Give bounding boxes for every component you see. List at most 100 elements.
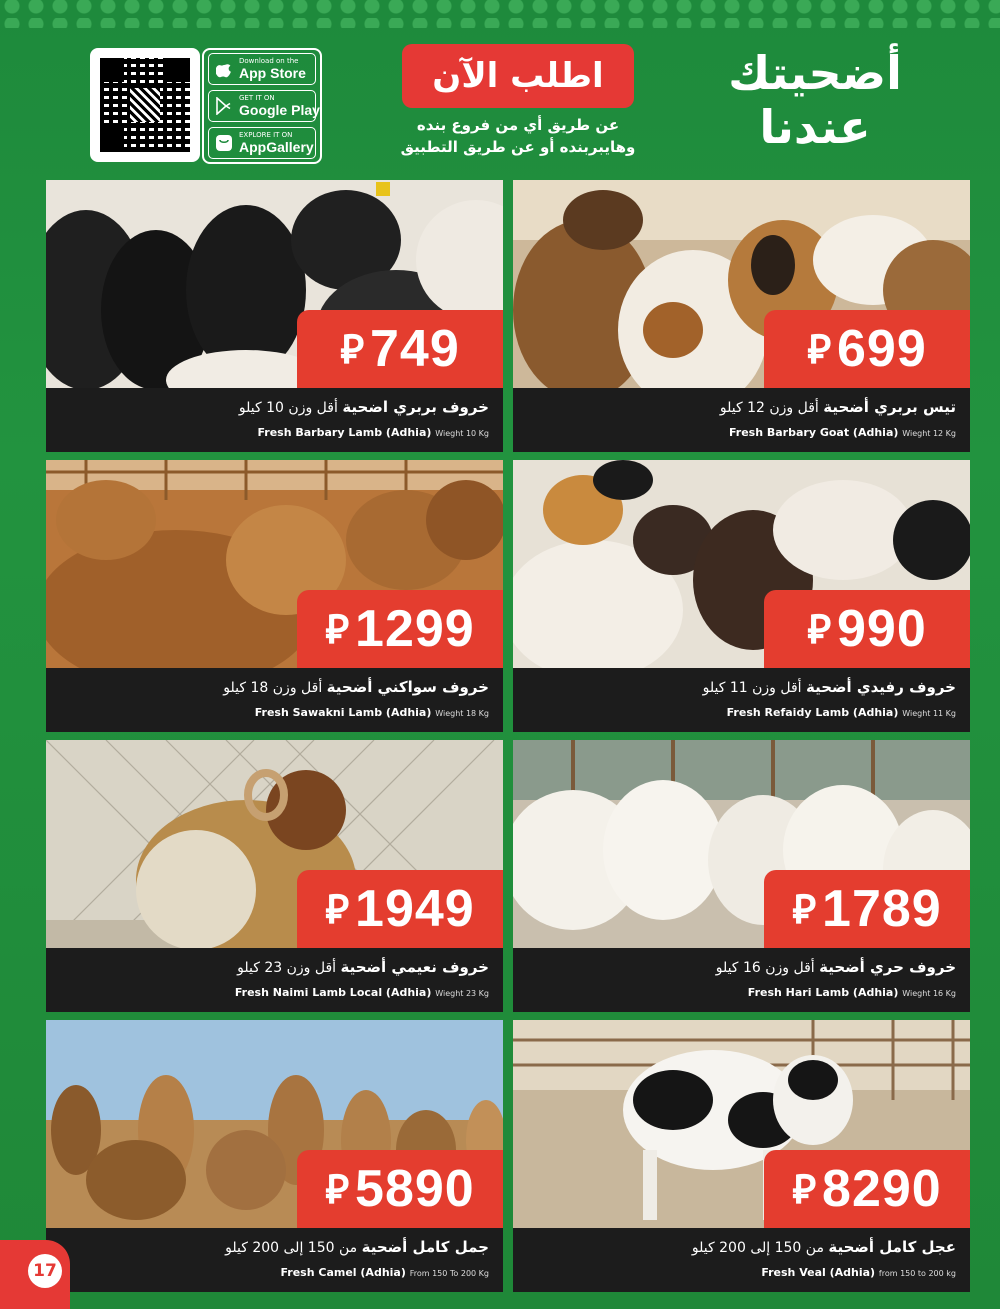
price-value: 990 (837, 600, 927, 658)
riyal-icon: ⃁ (325, 888, 350, 932)
apple-icon (215, 60, 233, 78)
order-now-button[interactable]: اطلب الآن (402, 44, 634, 108)
price-value: 5890 (355, 1160, 475, 1218)
product-info: خروف رفيدي أضحية أقل وزن 11 كيلو Fresh R… (513, 668, 970, 732)
product-name-ar: تيس بربري أضحية أقل وزن 12 كيلو (720, 398, 956, 416)
product-weight-en: Wieght 16 Kg (902, 989, 956, 998)
product-name-ar: خروف حري أضحية أقل وزن 16 كيلو (716, 958, 956, 976)
product-name-ar-title: جمل كامل أضحية (361, 1238, 489, 1256)
product-weight-en: Wieght 10 Kg (435, 429, 489, 438)
riyal-icon: ⃁ (325, 608, 350, 652)
product-name-en: Fresh Hari Lamb (Adhia) Wieght 16 Kg (748, 986, 956, 999)
product-name-en-title: Fresh Naimi Lamb Local (Adhia) (234, 986, 432, 999)
flyer-page: Download on the App Store GET IT ON Goog… (0, 0, 1000, 1309)
price-tag: ⃁ 8290 (764, 1150, 970, 1228)
product-name-ar-title: خروف بربري اضحية (342, 398, 489, 416)
price-tag: ⃁ 1949 (297, 870, 503, 948)
appgallery-badge[interactable]: EXPLORE IT ON AppGallery (208, 127, 316, 159)
price-value: 749 (370, 320, 460, 378)
price-tag: ⃁ 1299 (297, 590, 503, 668)
product-name-ar: خروف سواكني أضحية أقل وزن 18 كيلو (223, 678, 489, 696)
product-weight-en: Wieght 12 Kg (902, 429, 956, 438)
product-card[interactable]: ⃁ 8290 عجل كامل أضحية من 150 إلى 200 كيلو… (513, 1020, 970, 1292)
app-store-badges: Download on the App Store GET IT ON Goog… (202, 48, 322, 164)
riyal-icon: ⃁ (807, 328, 831, 372)
product-weight-en: From 150 To 200 Kg (409, 1269, 489, 1278)
price-value: 699 (837, 320, 927, 378)
page-number-badge: 17 (0, 1240, 70, 1309)
product-info: خروف نعيمي أضحية أقل وزن 23 كيلو Fresh N… (46, 948, 503, 1012)
product-weight-ar: أقل وزن 16 كيلو (715, 960, 815, 976)
store-small-text: Download on the (239, 57, 299, 65)
qr-code[interactable] (90, 48, 200, 162)
price-value: 1789 (822, 880, 942, 938)
store-small-text: GET IT ON (239, 94, 275, 102)
riyal-icon: ⃁ (792, 1168, 817, 1212)
store-name: App Store (239, 65, 306, 81)
product-name-en-title: Fresh Veal (Adhia) (761, 1266, 876, 1279)
product-info: خروف بربري اضحية أقل وزن 10 كيلو Fresh B… (46, 388, 503, 452)
product-name-ar: عجل كامل أضحية من 150 إلى 200 كيلو (692, 1238, 956, 1256)
product-name-en-title: Fresh Barbary Lamb (Adhia) (257, 426, 432, 439)
product-name-en-title: Fresh Barbary Goat (Adhia) (728, 426, 899, 439)
google-play-icon (215, 97, 233, 115)
order-subtitle-line2: وهايبربنده أو عن طريق التطبيق (400, 138, 636, 156)
product-card[interactable]: ⃁ 5890 جمل كامل أضحية من 150 إلى 200 كيلو… (46, 1020, 503, 1292)
product-info: خروف حري أضحية أقل وزن 16 كيلو Fresh Har… (513, 948, 970, 1012)
price-tag: ⃁ 1789 (764, 870, 970, 948)
product-name-ar-title: خروف نعيمي أضحية (340, 958, 489, 976)
riyal-icon: ⃁ (340, 328, 364, 372)
product-name-ar-title: خروف رفيدي أضحية (806, 678, 956, 696)
product-weight-ar: أقل وزن 10 كيلو (238, 400, 338, 416)
price-value: 1949 (355, 880, 475, 938)
appgallery-icon (215, 134, 233, 152)
riyal-icon: ⃁ (807, 608, 831, 652)
dot-pattern-border (0, 0, 1000, 28)
product-weight-ar: أقل وزن 23 كيلو (237, 960, 337, 976)
order-subtitle-line1: عن طريق أي من فروع بنده (416, 116, 620, 134)
product-info: جمل كامل أضحية من 150 إلى 200 كيلو Fresh… (46, 1228, 503, 1292)
product-card[interactable]: ⃁ 1299 خروف سواكني أضحية أقل وزن 18 كيلو … (46, 460, 503, 732)
product-name-en: Fresh Camel (Adhia) From 150 To 200 Kg (280, 1266, 489, 1279)
price-tag: ⃁ 699 (764, 310, 970, 388)
product-card[interactable]: ⃁ 1949 خروف نعيمي أضحية أقل وزن 23 كيلو F… (46, 740, 503, 1012)
product-name-en: Fresh Barbary Goat (Adhia) Wieght 12 Kg (729, 426, 956, 439)
product-card[interactable]: ⃁ 699 تيس بربري أضحية أقل وزن 12 كيلو Fre… (513, 180, 970, 452)
campaign-title-line2: عندنا (759, 100, 871, 154)
campaign-title: أضحيتك عندنا (700, 46, 930, 156)
product-weight-ar: أقل وزن 12 كيلو (719, 400, 819, 416)
campaign-title-line1: أضحيتك (728, 46, 902, 100)
product-name-en: Fresh Naimi Lamb Local (Adhia) Wieght 23… (235, 986, 489, 999)
product-card[interactable]: ⃁ 1789 خروف حري أضحية أقل وزن 16 كيلو Fre… (513, 740, 970, 1012)
product-name-en-title: Fresh Sawakni Lamb (Adhia) (254, 706, 432, 719)
price-value: 8290 (822, 1160, 942, 1218)
product-weight-en: Wieght 11 Kg (902, 709, 956, 718)
product-name-ar: خروف رفيدي أضحية أقل وزن 11 كيلو (703, 678, 956, 696)
product-card[interactable]: ⃁ 990 خروف رفيدي أضحية أقل وزن 11 كيلو Fr… (513, 460, 970, 732)
product-name-ar: جمل كامل أضحية من 150 إلى 200 كيلو (225, 1238, 489, 1256)
product-name-en-title: Fresh Hari Lamb (Adhia) (747, 986, 899, 999)
product-name-ar-title: خروف حري أضحية (819, 958, 956, 976)
product-name-en: Fresh Refaidy Lamb (Adhia) Wieght 11 Kg (727, 706, 956, 719)
product-name-en: Fresh Sawakni Lamb (Adhia) Wieght 18 Kg (255, 706, 489, 719)
store-name: Google Play (239, 102, 320, 118)
product-weight-ar: أقل وزن 11 كيلو (702, 680, 802, 696)
price-value: 1299 (355, 600, 475, 658)
product-weight-ar: من 150 إلى 200 كيلو (691, 1240, 824, 1256)
store-name: AppGallery (239, 139, 314, 155)
product-name-en: Fresh Veal (Adhia) from 150 to 200 kg (761, 1266, 956, 1279)
app-store-badge[interactable]: Download on the App Store (208, 53, 316, 85)
product-weight-en: from 150 to 200 kg (878, 1269, 956, 1278)
product-weight-en: Wieght 23 Kg (435, 989, 489, 998)
google-play-badge[interactable]: GET IT ON Google Play (208, 90, 320, 122)
qr-code-image (100, 58, 190, 152)
product-name-en-title: Fresh Refaidy Lamb (Adhia) (726, 706, 899, 719)
product-weight-en: Wieght 18 Kg (435, 709, 489, 718)
product-card[interactable]: ⃁ 749 خروف بربري اضحية أقل وزن 10 كيلو Fr… (46, 180, 503, 452)
riyal-icon: ⃁ (325, 1168, 350, 1212)
product-name-ar: خروف بربري اضحية أقل وزن 10 كيلو (239, 398, 489, 416)
riyal-icon: ⃁ (792, 888, 817, 932)
product-weight-ar: من 150 إلى 200 كيلو (225, 1240, 358, 1256)
store-small-text: EXPLORE IT ON (239, 131, 293, 139)
product-name-ar-title: تيس بربري أضحية (823, 398, 956, 416)
